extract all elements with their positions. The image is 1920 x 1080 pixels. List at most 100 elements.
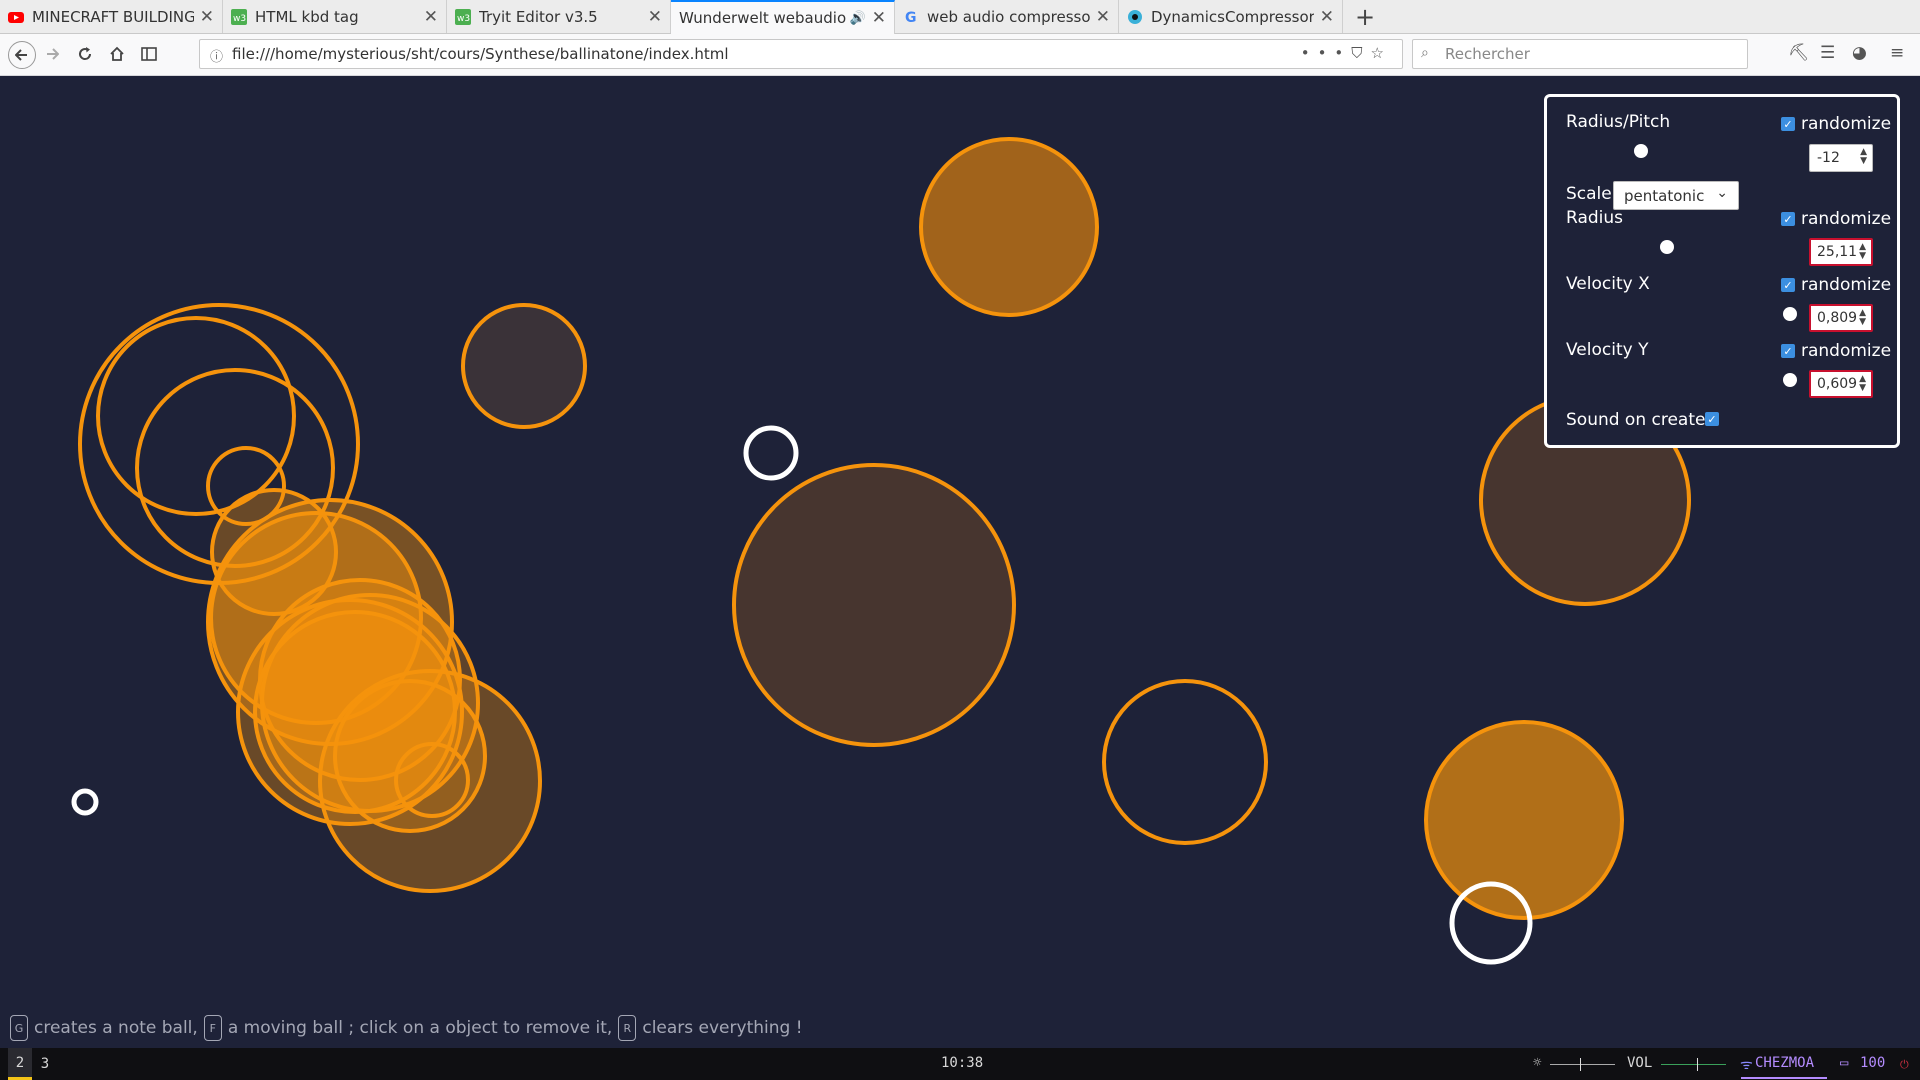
velocity-x-number-input[interactable]: 0,809 ▲ ▼ [1809, 304, 1873, 332]
youtube-icon [8, 9, 24, 25]
sidebar-button[interactable] [137, 42, 161, 66]
sidebar-icon [141, 47, 157, 61]
tab-web-audio-compressor[interactable]: G web audio compressor ✕ [895, 0, 1119, 33]
brightness-slider-thumb[interactable] [1580, 1058, 1581, 1071]
svg-text:G: G [905, 10, 917, 25]
check-icon[interactable]: ✓ [1781, 117, 1795, 131]
hint-text-g: creates a note ball, [34, 1018, 198, 1038]
account-icon[interactable]: ◕ [1852, 43, 1867, 63]
pitch-value: -12 [1817, 150, 1840, 166]
spinner-arrows-icon[interactable]: ▲ ▼ [1860, 148, 1867, 166]
moving-ball[interactable] [71, 788, 99, 816]
arrow-left-icon [15, 49, 27, 61]
pitch-randomize-checkbox[interactable]: ✓ randomize [1781, 114, 1891, 134]
library-icon[interactable]: ☰ [1820, 43, 1835, 63]
pocket-icon[interactable]: ⛉ [1351, 44, 1370, 62]
radius-slider-knob[interactable] [1660, 240, 1674, 254]
back-button[interactable] [8, 41, 36, 69]
forward-button[interactable] [40, 42, 64, 66]
pitch-number-input[interactable]: -12 ▲ ▼ [1809, 144, 1873, 172]
spinner-arrows-icon[interactable]: ▲ ▼ [1859, 375, 1866, 393]
search-bar[interactable]: ⌕ Rechercher [1412, 39, 1748, 69]
check-icon[interactable]: ✓ [1781, 278, 1795, 292]
radius-randomize-checkbox[interactable]: ✓ randomize [1781, 209, 1891, 229]
kbd-key-g: G [10, 1015, 28, 1041]
spinner-arrows-icon[interactable]: ▲ ▼ [1859, 243, 1866, 261]
tab-html-kbd[interactable]: w3 HTML kbd tag ✕ [223, 0, 447, 33]
velocity-y-randomize-checkbox[interactable]: ✓ randomize [1781, 341, 1891, 361]
more-icon[interactable]: ••• [1301, 44, 1352, 62]
close-icon[interactable]: ✕ [648, 7, 662, 27]
note-ball[interactable] [919, 137, 1099, 317]
keyboard-hint: G creates a note ball, F a moving ball ;… [10, 1013, 809, 1043]
radius-label: Radius [1566, 208, 1624, 228]
brightness-slider[interactable] [1550, 1064, 1615, 1065]
power-icon: ⏻ [1900, 1058, 1909, 1071]
close-icon[interactable]: ✕ [424, 7, 438, 27]
velocity-x-slider-knob[interactable] [1783, 307, 1797, 321]
google-icon: G [903, 9, 919, 26]
randomize-label: randomize [1801, 209, 1892, 229]
speaker-icon[interactable]: 🔊 [850, 11, 866, 26]
tab-tryit[interactable]: w3 Tryit Editor v3.5 ✕ [447, 0, 671, 33]
tab-title: MINECRAFT BUILDING W [32, 7, 194, 26]
extension-icon[interactable]: ⛏ [1788, 43, 1810, 63]
sound-on-create-checkbox[interactable]: ✓ [1705, 412, 1719, 426]
volume-label: VOL [1627, 1055, 1653, 1071]
velocity-y-number-input[interactable]: 0,609 ▲ ▼ [1809, 370, 1873, 398]
battery-level: 100 [1860, 1055, 1886, 1071]
network-underline [1741, 1077, 1827, 1079]
velocity-y-label: Velocity Y [1566, 340, 1649, 360]
url-text[interactable]: file:///home/mysterious/sht/cours/Synthe… [232, 45, 729, 63]
close-icon[interactable]: ✕ [872, 8, 886, 28]
info-icon[interactable]: ⓘ [210, 46, 223, 65]
spinner-arrows-icon[interactable]: ▲ ▼ [1859, 309, 1866, 327]
search-icon: ⌕ [1421, 45, 1429, 61]
tab-title: Tryit Editor v3.5 [479, 7, 598, 26]
note-ball[interactable] [1424, 720, 1624, 920]
tab-title: DynamicsCompressorN [1151, 7, 1314, 26]
close-icon[interactable]: ✕ [1320, 7, 1334, 27]
tab-wunderwelt[interactable]: Wunderwelt webaudio sy 🔊 ✕ [671, 0, 895, 34]
workspace-2[interactable]: 2 [8, 1048, 32, 1080]
randomize-label: randomize [1801, 275, 1892, 295]
radius-number-input[interactable]: 25,11 ▲ ▼ [1809, 238, 1873, 266]
tab-title: HTML kbd tag [255, 7, 359, 26]
velocity-y-slider-knob[interactable] [1783, 373, 1797, 387]
reload-icon [79, 47, 92, 60]
note-ball[interactable] [96, 316, 296, 516]
close-icon[interactable]: ✕ [200, 7, 214, 27]
note-ball[interactable] [732, 463, 1016, 747]
tab-bar: MINECRAFT BUILDING W ✕ w3 HTML kbd tag ✕… [0, 0, 1920, 34]
scale-select[interactable]: pentatonic ⌄ [1613, 181, 1739, 210]
menu-icon[interactable]: ≡ [1890, 43, 1904, 63]
volume-slider[interactable] [1661, 1064, 1726, 1065]
velocity-x-randomize-checkbox[interactable]: ✓ randomize [1781, 275, 1891, 295]
w3schools-icon: w3 [231, 8, 247, 25]
scale-value: pentatonic [1624, 187, 1705, 205]
scale-label: Scale [1566, 184, 1612, 204]
new-tab-button[interactable]: + [1355, 3, 1375, 31]
check-icon[interactable]: ✓ [1781, 344, 1795, 358]
home-button[interactable] [105, 42, 129, 66]
randomize-label: randomize [1801, 114, 1892, 134]
volume-slider-thumb[interactable] [1697, 1058, 1698, 1071]
note-ball[interactable] [253, 610, 457, 814]
velocity-y-value: 0,609 [1817, 376, 1858, 392]
tab-minecraft[interactable]: MINECRAFT BUILDING W ✕ [0, 0, 223, 33]
check-icon[interactable]: ✓ [1781, 212, 1795, 226]
arrow-right-icon [47, 48, 59, 60]
note-ball[interactable] [461, 303, 587, 429]
close-icon[interactable]: ✕ [1096, 7, 1110, 27]
pitch-slider-knob[interactable] [1634, 144, 1648, 158]
reload-button[interactable] [73, 42, 97, 66]
kbd-key-r: R [618, 1015, 637, 1041]
mdn-icon [1127, 9, 1143, 25]
tab-dynamics-compressor[interactable]: DynamicsCompressorN ✕ [1119, 0, 1343, 33]
bookmark-star-icon[interactable]: ☆ [1371, 44, 1392, 62]
url-bar[interactable]: ⓘ file:///home/mysterious/sht/cours/Synt… [199, 39, 1403, 69]
note-ball[interactable] [1102, 679, 1268, 845]
moving-ball[interactable] [743, 425, 799, 481]
w3schools-icon: w3 [455, 8, 471, 25]
workspace-3[interactable]: 3 [33, 1048, 57, 1080]
